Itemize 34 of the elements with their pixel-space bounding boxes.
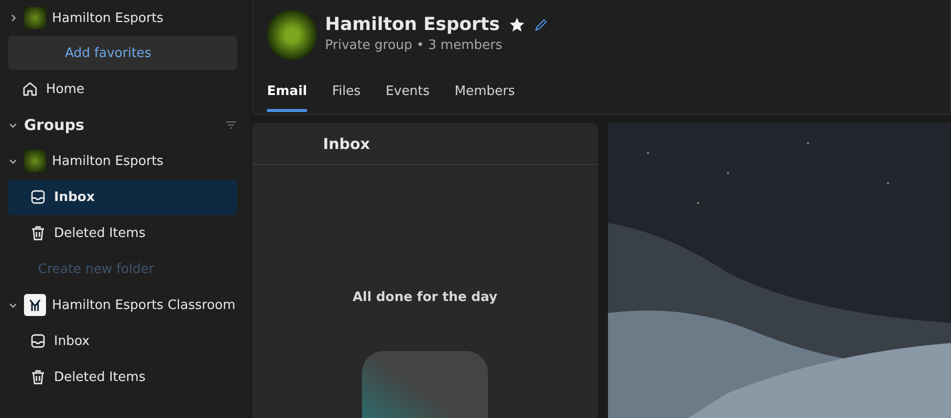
folder-item[interactable]: Inbox <box>8 324 237 358</box>
trash-icon <box>30 369 46 385</box>
group-logo-icon <box>24 294 46 316</box>
group-avatar <box>267 10 317 60</box>
pencil-icon[interactable] <box>534 18 548 32</box>
inbox-icon <box>30 189 46 205</box>
filter-icon[interactable] <box>225 120 237 130</box>
tab[interactable]: Events <box>386 76 430 112</box>
folder-item[interactable]: Deleted Items <box>8 360 237 394</box>
tab[interactable]: Email <box>267 76 308 112</box>
group-subtitle: Private group • 3 members <box>325 38 504 53</box>
folder-item[interactable]: Deleted Items <box>8 216 237 250</box>
group-name: Hamilton Esports <box>52 10 164 26</box>
tab[interactable]: Members <box>454 76 515 112</box>
tab[interactable]: Files <box>332 76 361 112</box>
group-item[interactable]: Hamilton Esports <box>8 143 237 179</box>
trash-icon <box>30 225 46 241</box>
group-name: Hamilton Esports Classroom <box>52 298 236 312</box>
home-item[interactable]: Home <box>8 72 237 106</box>
star-icon[interactable] <box>510 18 524 32</box>
empty-message: All done for the day <box>352 290 498 306</box>
favorite-group-item[interactable]: Hamilton Esports <box>8 0 237 36</box>
group-logo-icon <box>24 150 46 172</box>
group-item[interactable]: Hamilton Esports Classroom <box>8 287 237 323</box>
inbox-title: Inbox <box>323 134 370 152</box>
folder-item[interactable]: Inbox <box>8 180 237 214</box>
group-title: Hamilton Esports <box>325 14 500 35</box>
section-title: Groups <box>24 116 86 134</box>
inbox-icon <box>30 333 46 349</box>
group-logo-icon <box>24 7 46 29</box>
add-favorites-button[interactable]: Add favorites <box>8 36 237 70</box>
groups-section[interactable]: Groups <box>8 107 237 143</box>
group-name: Hamilton Esports <box>52 154 164 168</box>
home-icon <box>22 81 38 97</box>
